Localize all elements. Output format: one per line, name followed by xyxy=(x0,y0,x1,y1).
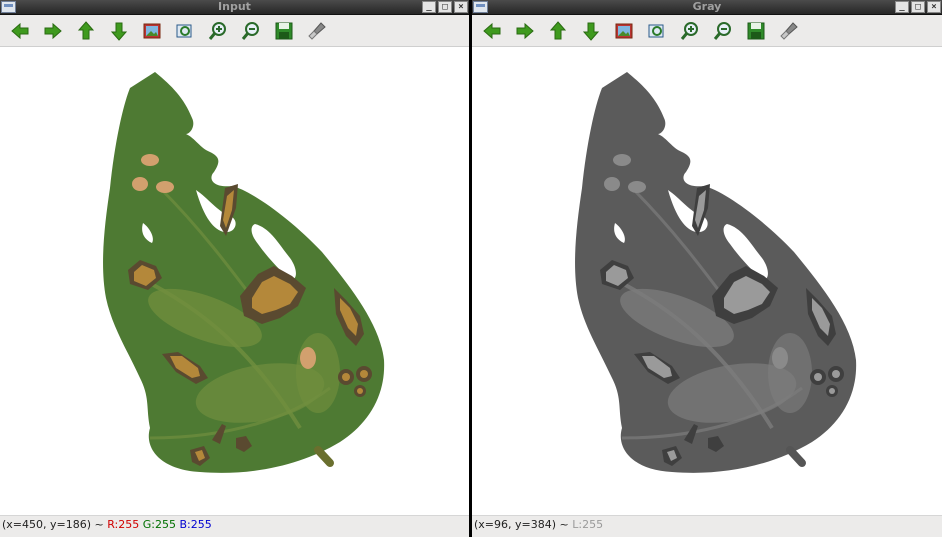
image-canvas[interactable] xyxy=(0,48,469,515)
lesion-spot xyxy=(156,181,174,193)
image-icon xyxy=(143,23,160,38)
pixel-coords: (x=450, y=186) ~ xyxy=(2,518,108,531)
save-button[interactable] xyxy=(739,16,772,46)
properties-brush-icon xyxy=(779,21,798,40)
lesion-spot xyxy=(132,177,148,191)
close-button[interactable]: × xyxy=(927,1,941,13)
zoom-out-button[interactable] xyxy=(234,16,267,46)
image-button[interactable] xyxy=(607,16,640,46)
leaf-patch xyxy=(768,333,812,413)
toolbar xyxy=(472,15,942,47)
arrow-down-button[interactable] xyxy=(574,16,607,46)
zoom-region-button[interactable] xyxy=(640,16,673,46)
arrow-up-button[interactable] xyxy=(69,16,102,46)
minimize-button[interactable]: _ xyxy=(422,1,436,13)
image-button[interactable] xyxy=(135,16,168,46)
zoom-out-icon xyxy=(241,21,259,40)
close-button[interactable]: × xyxy=(454,1,468,13)
titlebar[interactable]: Input _ □ × xyxy=(0,0,469,15)
arrow-up-icon xyxy=(77,20,94,39)
window-title: Gray xyxy=(692,0,722,13)
arrow-up-icon xyxy=(549,20,566,39)
lesion-spot xyxy=(604,177,620,191)
arrow-right-button[interactable] xyxy=(36,16,69,46)
properties-brush-button[interactable] xyxy=(772,16,805,46)
green-value: G:255 xyxy=(142,518,176,531)
arrow-down-button[interactable] xyxy=(102,16,135,46)
zoom-out-button[interactable] xyxy=(706,16,739,46)
toolbar xyxy=(0,15,469,47)
leaf-image xyxy=(575,72,857,473)
maximize-button[interactable]: □ xyxy=(911,1,925,13)
arrow-right-button[interactable] xyxy=(508,16,541,46)
arrow-left-icon xyxy=(482,22,500,39)
lesion-spot xyxy=(628,181,646,193)
luminance-value: L:255 xyxy=(572,518,604,531)
status-bar: (x=96, y=384) ~ L:255 xyxy=(472,515,942,537)
leaf-stem xyxy=(314,446,334,467)
properties-brush-icon xyxy=(307,21,326,40)
arrow-down-icon xyxy=(582,22,599,41)
arrow-left-icon xyxy=(10,22,28,39)
minimize-button[interactable]: _ xyxy=(895,1,909,13)
window-title: Input xyxy=(218,0,251,13)
status-bar: (x=450, y=186) ~ R:255 G:255 B:255 xyxy=(0,515,469,537)
zoom-out-icon xyxy=(713,21,731,40)
arrow-up-button[interactable] xyxy=(541,16,574,46)
leaf-stem xyxy=(786,446,806,467)
arrow-right-icon xyxy=(516,22,534,39)
leaf-patch xyxy=(296,333,340,413)
save-icon xyxy=(275,22,292,39)
lesion-spot xyxy=(772,347,788,369)
zoom-in-button[interactable] xyxy=(201,16,234,46)
blue-value: B:255 xyxy=(179,518,212,531)
image-icon xyxy=(615,23,632,38)
lesion-spot xyxy=(141,154,159,166)
lesion-spot xyxy=(613,154,631,166)
red-value: R:255 xyxy=(107,518,140,531)
leaf-image xyxy=(103,72,385,473)
arrow-left-button[interactable] xyxy=(3,16,36,46)
zoom-region-icon xyxy=(648,24,663,37)
arrow-left-button[interactable] xyxy=(475,16,508,46)
gray-window: Gray _ □ × (x=96, y=384) ~ L:255 xyxy=(472,0,942,537)
maximize-button[interactable]: □ xyxy=(438,1,452,13)
properties-brush-button[interactable] xyxy=(300,16,333,46)
arrow-down-icon xyxy=(110,22,127,41)
zoom-region-button[interactable] xyxy=(168,16,201,46)
lesion-spot xyxy=(300,347,316,369)
pixel-coords: (x=96, y=384) ~ xyxy=(474,518,573,531)
zoom-region-icon xyxy=(176,24,191,37)
input-window: Input _ □ × (x=450, y=186) ~ R:255 G:255… xyxy=(0,0,469,537)
save-button[interactable] xyxy=(267,16,300,46)
zoom-in-button[interactable] xyxy=(673,16,706,46)
save-icon xyxy=(747,22,764,39)
zoom-in-icon xyxy=(208,21,226,40)
titlebar[interactable]: Gray _ □ × xyxy=(472,0,942,15)
image-canvas[interactable] xyxy=(472,48,942,515)
zoom-in-icon xyxy=(680,21,698,40)
arrow-right-icon xyxy=(44,22,62,39)
